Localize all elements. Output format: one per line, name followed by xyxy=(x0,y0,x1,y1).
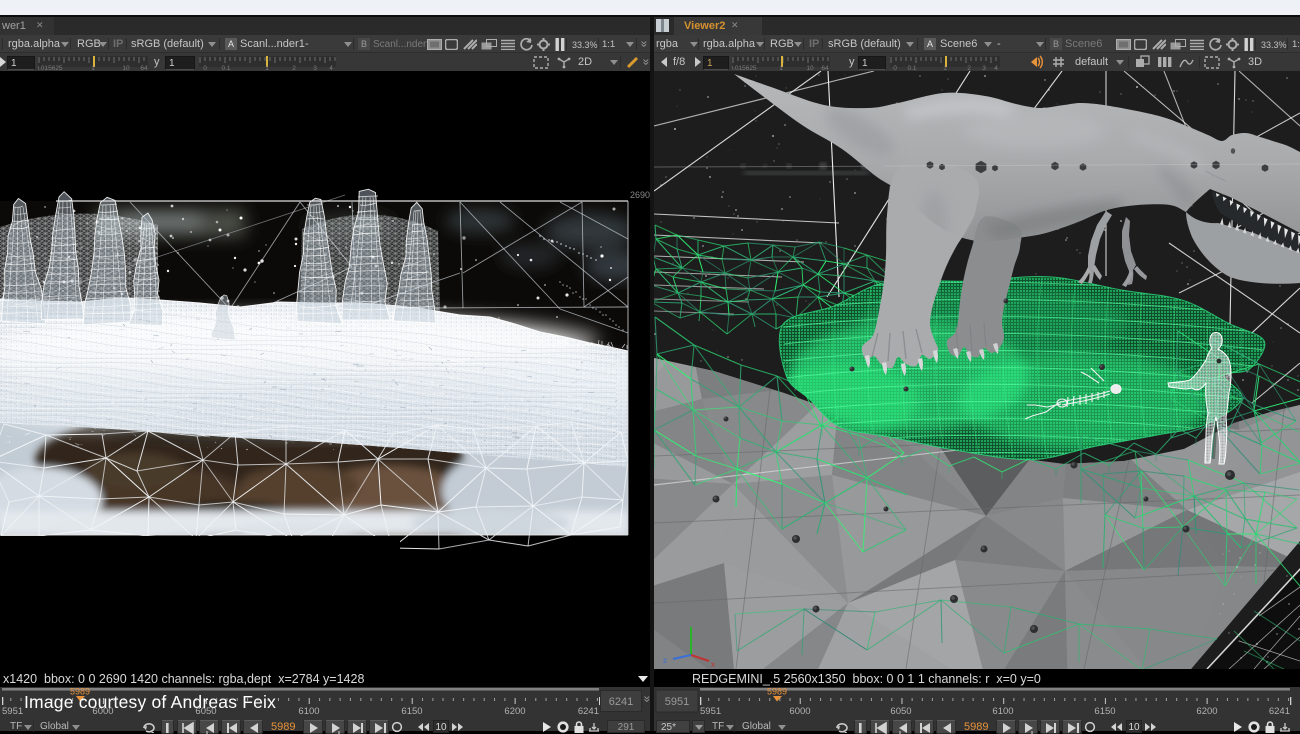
svg-text:6200: 6200 xyxy=(1196,706,1217,717)
svg-text:5951: 5951 xyxy=(665,696,689,708)
svg-text:6200: 6200 xyxy=(504,706,525,717)
svg-text:z: z xyxy=(663,656,667,665)
svg-text:5951: 5951 xyxy=(700,706,721,717)
svg-text:6241: 6241 xyxy=(578,706,599,717)
svg-text:6150: 6150 xyxy=(1094,706,1115,717)
svg-text:6050: 6050 xyxy=(890,706,911,717)
svg-text:6100: 6100 xyxy=(298,706,319,717)
svg-text:5989: 5989 xyxy=(767,687,787,697)
svg-text:6241: 6241 xyxy=(1269,706,1290,717)
svg-text:6100: 6100 xyxy=(992,706,1013,717)
svg-text:x: x xyxy=(711,660,715,669)
svg-text:5951: 5951 xyxy=(2,706,23,717)
svg-text:6000: 6000 xyxy=(789,706,810,717)
svg-text:6150: 6150 xyxy=(401,706,422,717)
svg-text:2690,: 2690, xyxy=(630,190,650,200)
